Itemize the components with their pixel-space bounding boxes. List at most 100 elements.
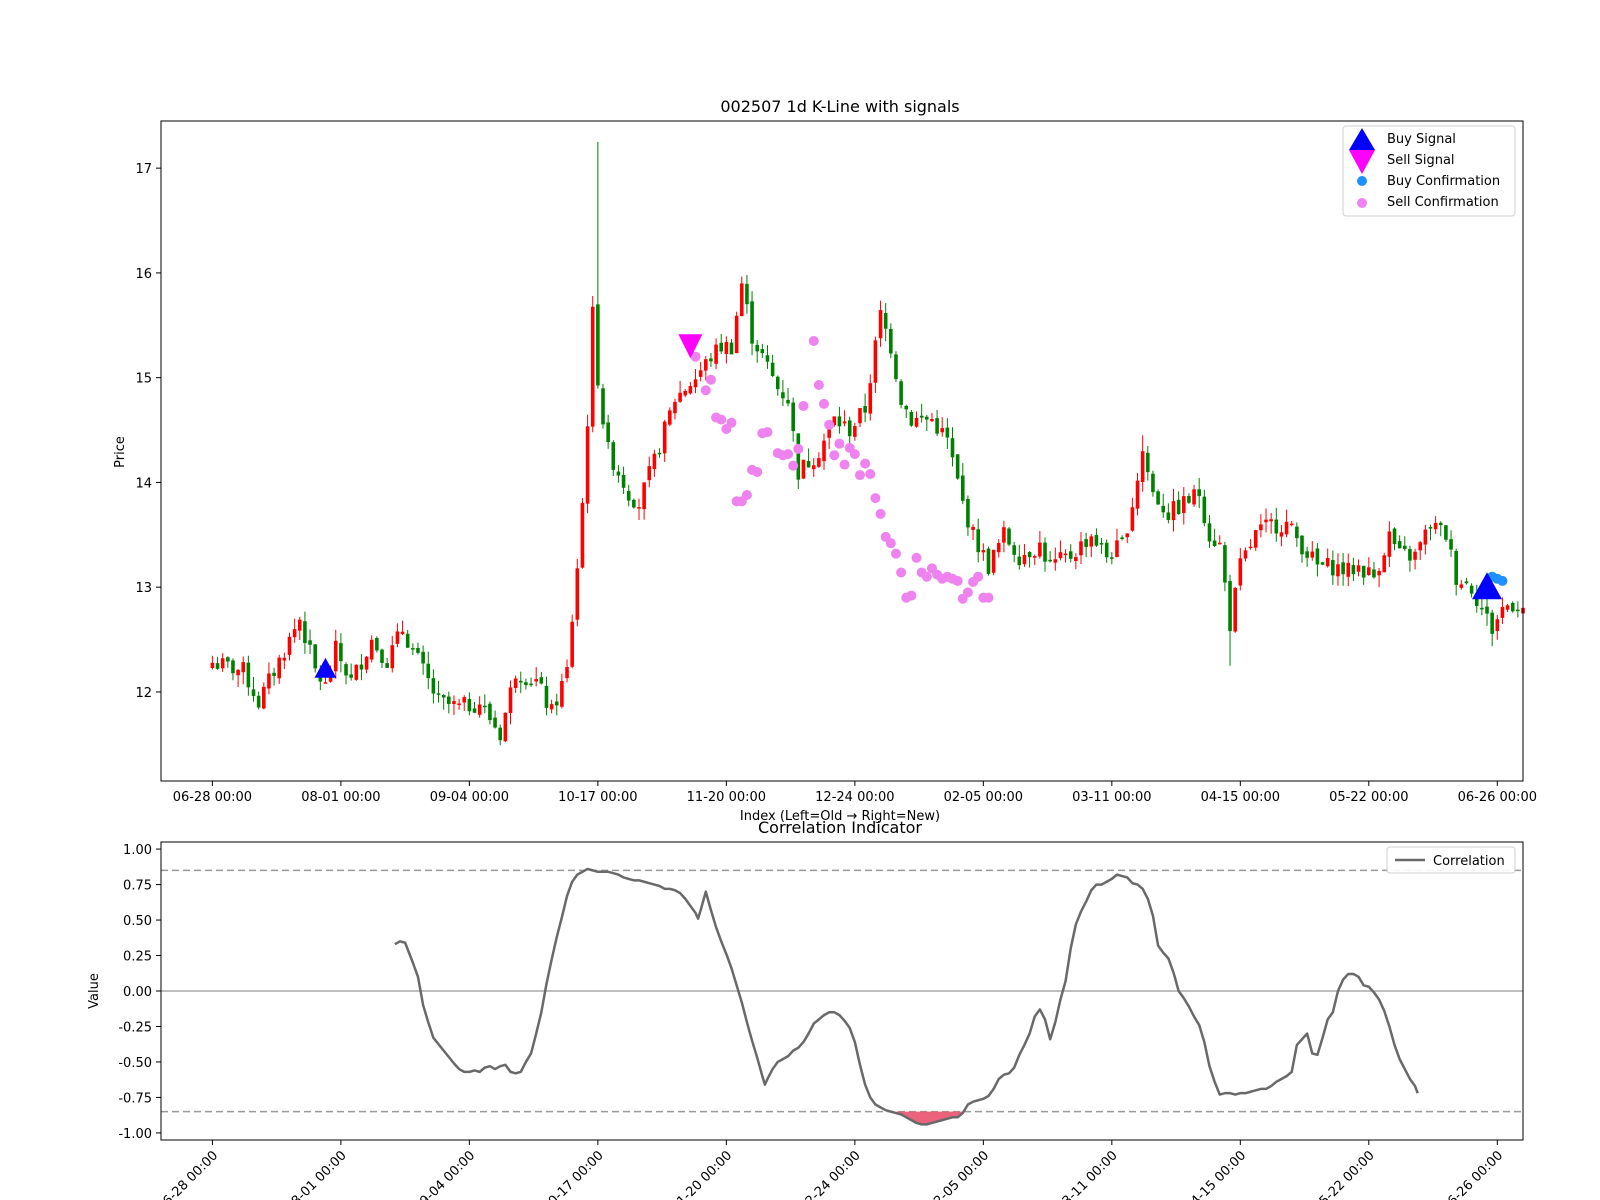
sell-confirmation-point <box>813 380 824 390</box>
price-tick-label: 13 <box>135 581 152 596</box>
value-tick-label: 1.00 <box>123 843 152 858</box>
sell-confirmation-point <box>705 374 716 385</box>
candle-body <box>508 687 513 713</box>
candle-body <box>765 355 770 362</box>
candle-body <box>585 426 590 504</box>
candle-body <box>1392 528 1397 545</box>
candle-body <box>1423 529 1428 545</box>
candle-body <box>935 418 939 434</box>
candle-body <box>1320 562 1325 565</box>
candle-body <box>251 689 256 697</box>
candle-body <box>231 660 235 674</box>
candle-body <box>210 662 215 669</box>
candle-body <box>241 662 246 673</box>
candle-body <box>549 704 554 710</box>
sell-confirmation-point <box>752 466 763 477</box>
value-tick-label: 0.25 <box>123 950 152 965</box>
candle-body <box>806 461 811 468</box>
candle-body <box>1197 489 1202 497</box>
index-tick-label: 06-28 00:00 <box>173 790 252 805</box>
sell-confirmation-point <box>849 449 860 460</box>
candle-body <box>894 354 898 380</box>
candle-body <box>1017 556 1022 566</box>
candle-body <box>1367 567 1371 576</box>
sell-confirmation-point <box>983 592 994 603</box>
candle-body <box>976 529 980 553</box>
candle-body <box>1053 559 1058 563</box>
candle-body <box>375 637 379 651</box>
candle-body <box>431 678 436 694</box>
candle-body <box>873 340 878 383</box>
candle-body <box>1500 607 1505 618</box>
sell-confirmation-point <box>798 400 809 411</box>
candle-body <box>683 390 688 396</box>
candle-body <box>405 633 410 648</box>
candle-body <box>863 406 867 413</box>
sell-confirmation-point <box>788 460 799 471</box>
candle-body <box>1325 558 1330 567</box>
candle-body <box>1485 606 1489 614</box>
candle-body <box>940 428 945 433</box>
candle-body <box>1454 551 1458 585</box>
candle-body <box>1310 551 1315 558</box>
candle-body <box>1032 556 1037 558</box>
candle-body <box>452 701 456 704</box>
candle-body <box>621 475 626 488</box>
candle-body <box>524 682 528 686</box>
candle-body <box>333 640 338 672</box>
legend-label-sell-signal: Sell Signal <box>1387 153 1455 168</box>
candle-body <box>390 645 395 669</box>
candle-body <box>1171 501 1176 521</box>
candle-body <box>739 283 744 317</box>
candle-body <box>1449 539 1453 550</box>
candle-body <box>580 502 585 568</box>
candle-body <box>1002 527 1006 543</box>
candle-body <box>966 499 970 528</box>
candle-body <box>791 402 795 432</box>
value-tick-label: -0.75 <box>118 1091 152 1106</box>
sell-confirmation-point <box>865 469 876 480</box>
candle-body <box>467 698 472 712</box>
candle-body <box>261 686 266 709</box>
candle-body <box>1510 602 1515 612</box>
candle-body <box>1212 540 1217 546</box>
candle-body <box>724 341 729 354</box>
candle-body <box>1022 554 1027 565</box>
candle-body <box>1505 605 1510 610</box>
sell-confirmation-point <box>962 587 973 598</box>
candle-body <box>1207 523 1212 542</box>
candle-body <box>400 631 405 635</box>
candle-body <box>704 359 708 371</box>
candle-body <box>1161 505 1166 513</box>
candle-body <box>1181 496 1186 513</box>
candle-body <box>1408 548 1412 561</box>
value-tick-label: 0.75 <box>123 879 152 894</box>
candle-body <box>544 685 549 708</box>
candle-body <box>554 701 559 706</box>
candle-body <box>1151 473 1155 493</box>
candle-body <box>709 358 713 362</box>
candle-body <box>688 386 693 394</box>
price-tick-label: 12 <box>135 686 152 701</box>
candle-body <box>1279 532 1284 537</box>
candle-body <box>339 643 343 662</box>
candle-body <box>220 658 225 669</box>
candle-body <box>1233 587 1237 632</box>
candle-body <box>1130 507 1135 531</box>
index-tick-label: 09-04 00:00 <box>430 790 509 805</box>
candle-body <box>1146 452 1150 473</box>
candle-body <box>878 310 883 339</box>
candle-body <box>1120 537 1124 540</box>
candle-body <box>1243 550 1248 559</box>
candle-body <box>1012 545 1016 555</box>
candle-body <box>282 657 287 661</box>
legend-label-buy-signal: Buy Signal <box>1387 132 1456 147</box>
sell-confirmation-point <box>875 508 886 519</box>
candle-body <box>503 712 508 742</box>
index-tick-label: 08-01 00:00 <box>301 790 380 805</box>
candle-body <box>1253 530 1258 548</box>
legend-label-correlation: Correlation <box>1433 854 1505 869</box>
candle-body <box>426 663 431 679</box>
candle-body <box>760 349 765 354</box>
value-tick-label: -0.50 <box>118 1056 152 1071</box>
